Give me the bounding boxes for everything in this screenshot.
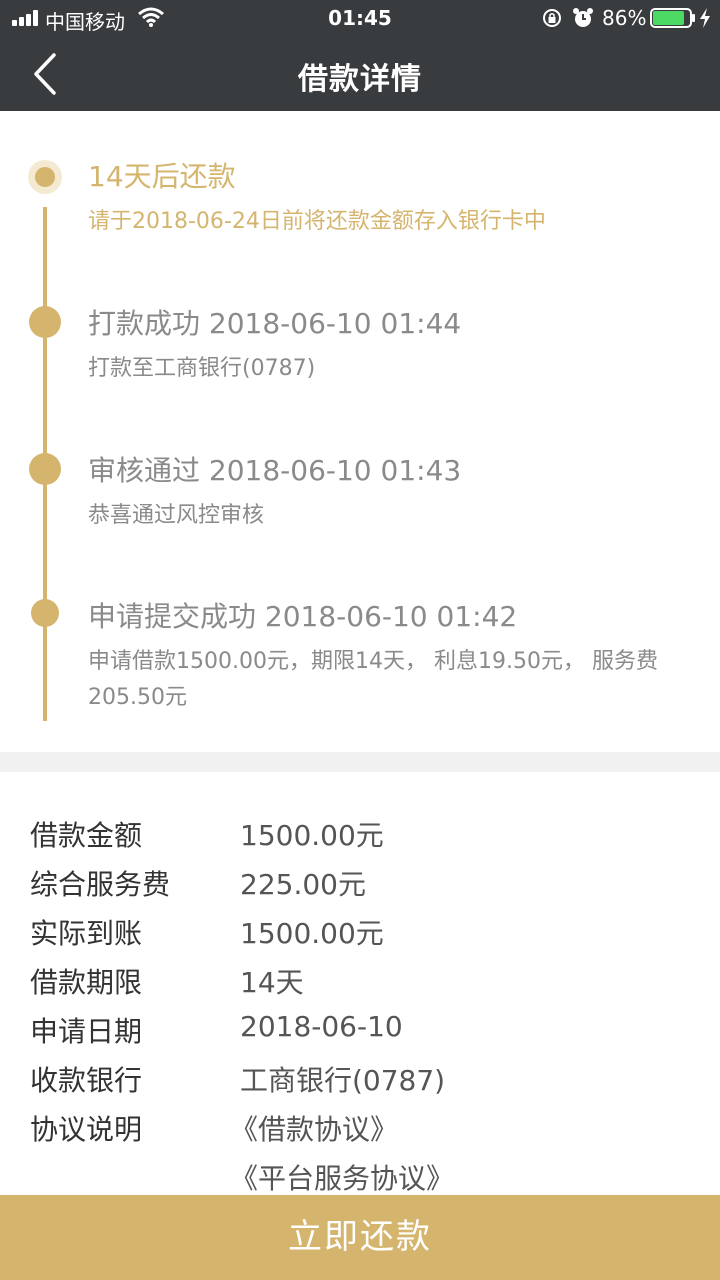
timeline-title: 14天后还款 <box>88 160 236 193</box>
platform-service-agreement-link[interactable]: 《平台服务协议》 <box>230 1157 454 1197</box>
alarm-icon <box>573 8 593 27</box>
section-divider <box>0 752 720 772</box>
detail-label: 协议说明 <box>30 1113 143 1146</box>
detail-value: 14天 <box>240 966 304 999</box>
detail-value: 225.00元 <box>240 868 366 901</box>
timeline-desc: 申请借款1500.00元，期限14天， 利息19.50元， 服务费205.50元 <box>88 649 658 710</box>
loan-details: 借款金额 1500.00元 综合服务费 225.00元 实际到账 1500.00… <box>0 772 720 1195</box>
timeline-desc: 请于2018-06-24日前将还款金额存入银行卡中 <box>88 209 546 234</box>
status-bar: 中国移动 01:45 86% <box>0 0 720 36</box>
detail-value: 2018-06-10 <box>240 1010 403 1043</box>
timeline-title: 申请提交成功 2018-06-10 01:42 <box>88 600 518 633</box>
battery-percent: 86% <box>602 6 647 30</box>
battery-icon <box>650 8 695 28</box>
detail-label: 申请日期 <box>30 1015 143 1048</box>
detail-value: 1500.00元 <box>240 819 384 852</box>
timeline-title: 打款成功 2018-06-10 01:44 <box>88 307 462 340</box>
timeline-dot-current <box>28 160 62 194</box>
rotation-lock-icon <box>543 9 561 27</box>
timeline-desc: 打款至工商银行(0787) <box>88 356 316 381</box>
timeline-desc: 恭喜通过风控审核 <box>88 503 265 528</box>
detail-label: 综合服务费 <box>30 868 171 901</box>
detail-value: 工商银行(0787) <box>240 1064 446 1097</box>
page-title: 借款详情 <box>298 62 422 97</box>
timeline-dot <box>29 453 61 485</box>
timeline-title: 审核通过 2018-06-10 01:43 <box>88 454 462 487</box>
loan-timeline: 14天后还款 请于2018-06-24日前将还款金额存入银行卡中 打款成功 20… <box>0 111 720 751</box>
detail-value: 1500.00元 <box>240 917 384 950</box>
detail-label: 实际到账 <box>30 917 143 950</box>
detail-label: 借款期限 <box>30 966 143 999</box>
loan-agreement-link[interactable]: 《借款协议》 <box>230 1108 398 1148</box>
repay-now-button[interactable]: 立即还款 <box>0 1195 720 1280</box>
nav-bar: 借款详情 <box>0 36 720 111</box>
detail-label: 收款银行 <box>30 1064 143 1097</box>
top-bar: 中国移动 01:45 86% 借款详情 <box>0 0 720 111</box>
timeline-dot <box>31 599 59 627</box>
charging-icon <box>700 8 710 28</box>
timeline-dot <box>29 306 61 338</box>
detail-label: 借款金额 <box>30 819 143 852</box>
